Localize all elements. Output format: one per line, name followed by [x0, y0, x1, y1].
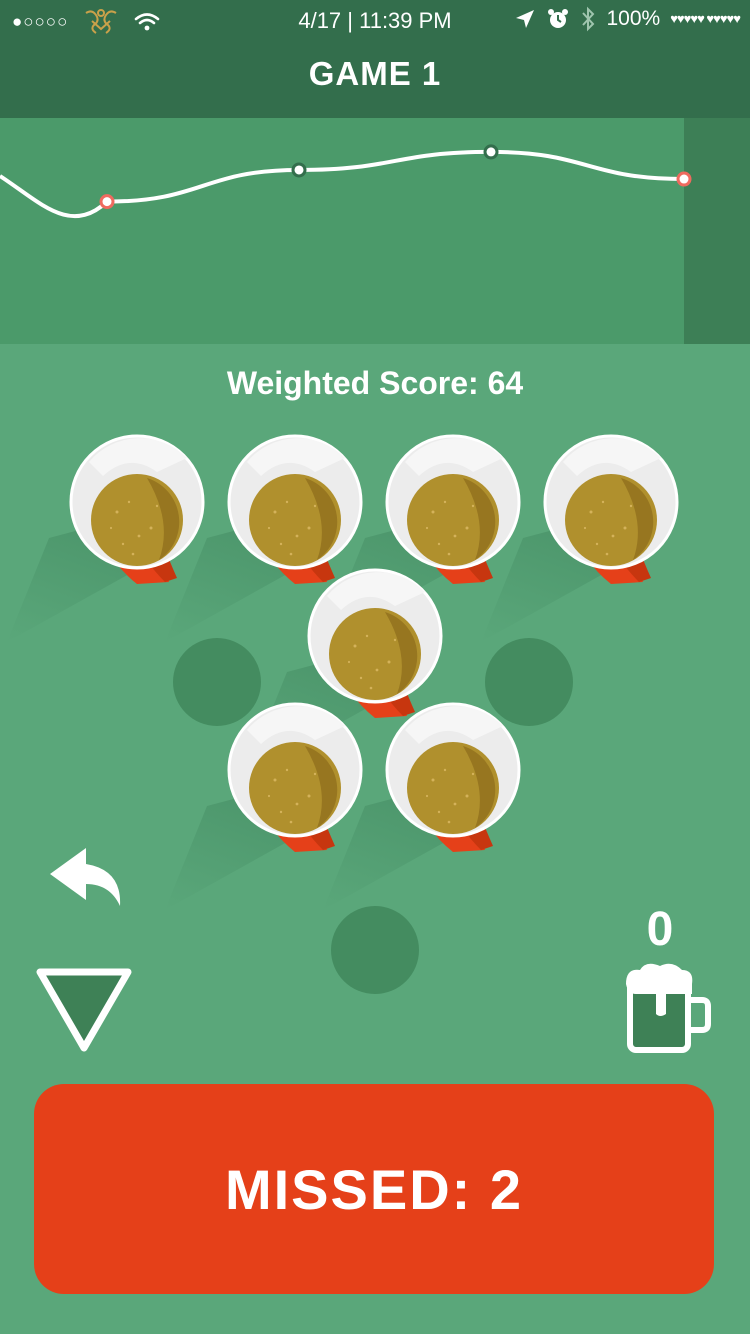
missed-button[interactable]: MISSED: 2: [34, 1084, 714, 1294]
trend-current-column: [684, 118, 750, 344]
battery-percent: 100%: [606, 7, 661, 30]
battery-hearts-icon: ♥♥♥♥♥ ♥♥♥♥♥: [670, 11, 741, 26]
trend-point-miss: [99, 194, 115, 210]
page-title: GAME 1: [308, 55, 442, 92]
location-arrow-icon: [516, 10, 535, 28]
drinks-count: 0: [646, 903, 674, 956]
cup-4[interactable]: [543, 432, 679, 592]
cup-8[interactable]: [227, 700, 363, 860]
status-bar: ●○○○○ 4/17 | 11:39 PM 100% ♥♥♥♥♥ ♥♥♥♥♥: [0, 0, 750, 40]
cup-9[interactable]: [385, 700, 521, 860]
bluetooth-icon: [582, 6, 595, 32]
weighted-score: Weighted Score: 64: [226, 365, 524, 401]
cup-1[interactable]: [69, 432, 205, 592]
trend-plot: [0, 118, 750, 344]
trend-point-hit: [291, 162, 307, 178]
trend-point-miss: [676, 171, 692, 187]
title-bar: GAME 1: [0, 40, 750, 118]
trend-point-hit: [483, 144, 499, 160]
undo-arrow-icon[interactable]: [46, 840, 126, 910]
beer-mug-icon[interactable]: [622, 962, 712, 1057]
alarm-icon: [548, 9, 569, 28]
score-trend-chart: [0, 118, 750, 344]
empty-cup-slot[interactable]: [331, 906, 419, 994]
triangle-down-icon[interactable]: [34, 966, 134, 1056]
